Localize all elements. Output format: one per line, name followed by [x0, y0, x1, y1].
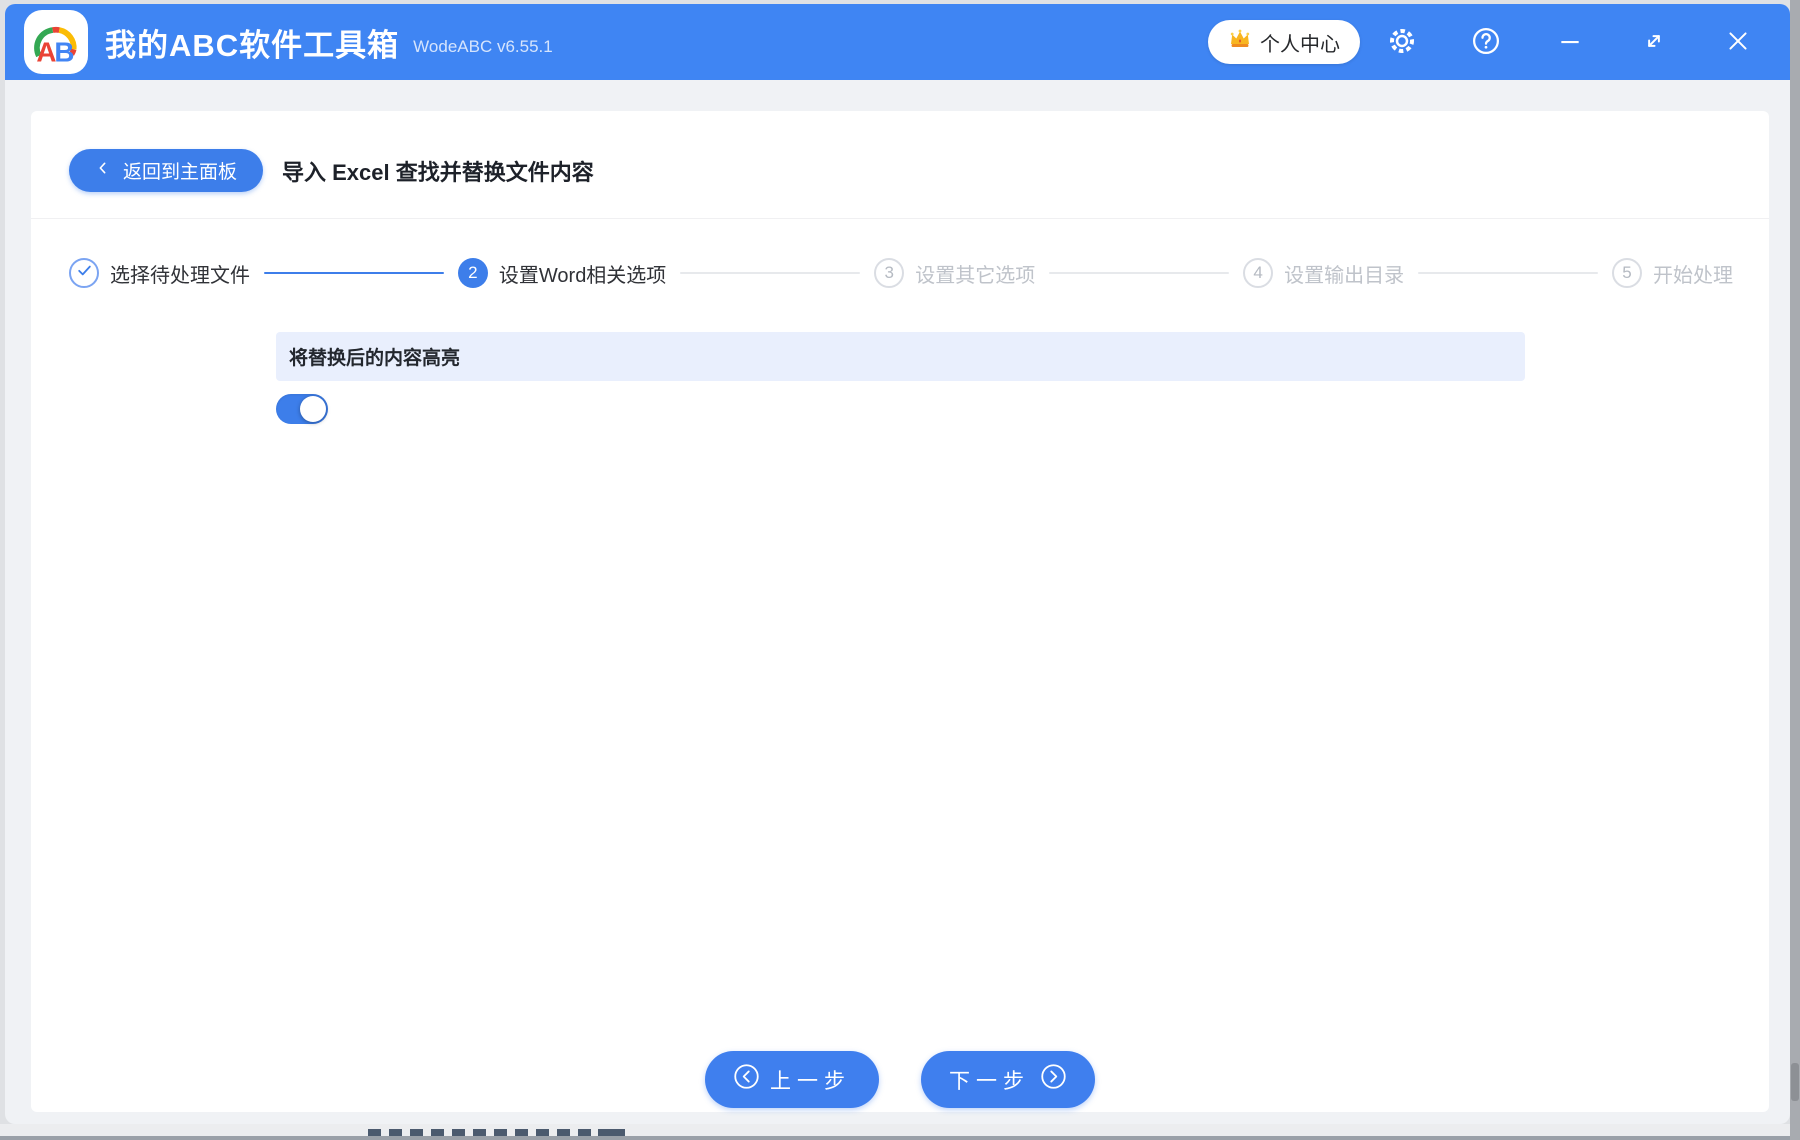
- step-connector: [264, 272, 444, 274]
- toggle-knob: [300, 396, 326, 422]
- step-1-circle: [69, 258, 99, 288]
- settings-button[interactable]: [1367, 14, 1437, 70]
- back-to-main-button[interactable]: 返回到主面板: [69, 149, 264, 192]
- help-icon: [1471, 26, 1501, 59]
- maximize-button[interactable]: [1619, 14, 1689, 70]
- word-options-section: 将替换后的内容高亮: [276, 332, 1525, 424]
- app-window: A B 我的ABC软件工具箱 WodeABC v6.55.1 个人中心 返回到主…: [5, 4, 1790, 1124]
- user-center-button[interactable]: 个人中心: [1208, 20, 1360, 64]
- next-step-label: 下一步: [949, 1069, 1030, 1093]
- next-step-button[interactable]: 下一步: [921, 1051, 1095, 1108]
- step-5-circle: 5: [1611, 258, 1642, 288]
- app-body: 返回到主面板 导入 Excel 查找并替换文件内容 选择待处理文件 2 设置Wo…: [5, 80, 1790, 1124]
- scrollbar-thumb[interactable]: [1791, 1063, 1799, 1101]
- circle-left-arrow-icon: [733, 1063, 760, 1096]
- highlight-option-label: 将替换后的内容高亮: [276, 332, 1525, 381]
- step-indicator: 选择待处理文件 2 设置Word相关选项 3 设置其它选项 4 设置输出目录 5…: [69, 258, 1733, 288]
- header-divider: [31, 218, 1769, 219]
- step-2: 2 设置Word相关选项: [457, 258, 667, 288]
- main-card: 返回到主面板 导入 Excel 查找并替换文件内容 选择待处理文件 2 设置Wo…: [31, 111, 1769, 1112]
- step-2-label: 设置Word相关选项: [498, 264, 667, 287]
- previous-step-label: 上一步: [770, 1069, 851, 1093]
- user-center-label: 个人中心: [1260, 33, 1340, 56]
- step-1: 选择待处理文件: [69, 258, 250, 288]
- page-scrollbar[interactable]: [1790, 0, 1800, 1140]
- circle-right-arrow-icon: [1040, 1063, 1067, 1096]
- app-title: 我的ABC软件工具箱: [105, 27, 400, 63]
- background-gray-bar: [0, 1136, 1800, 1140]
- step-2-circle: 2: [457, 258, 488, 288]
- logo-letter-a: A: [36, 37, 56, 68]
- step-4: 4 设置输出目录: [1243, 258, 1404, 288]
- page-title: 导入 Excel 查找并替换文件内容: [282, 159, 594, 185]
- background-window-sliver: [0, 1124, 1800, 1140]
- crown-icon: [1228, 27, 1252, 57]
- maximize-icon: [1641, 28, 1667, 57]
- step-1-label: 选择待处理文件: [110, 264, 250, 287]
- highlight-toggle[interactable]: [276, 394, 328, 424]
- step-5: 5 开始处理: [1611, 258, 1733, 288]
- step-connector: [1418, 272, 1598, 274]
- app-version: WodeABC v6.55.1: [413, 37, 553, 56]
- close-button[interactable]: [1703, 14, 1773, 70]
- logo-letter-b: B: [54, 37, 74, 68]
- step-connector: [1049, 272, 1230, 274]
- minimize-icon: [1557, 28, 1583, 57]
- step-5-label: 开始处理: [1652, 264, 1733, 287]
- card-header: 返回到主面板 导入 Excel 查找并替换文件内容: [69, 149, 1731, 192]
- back-chevron-icon: [95, 160, 111, 182]
- wizard-footer: 上一步 下一步: [31, 1051, 1769, 1108]
- step-3: 3 设置其它选项: [874, 258, 1035, 288]
- minimize-button[interactable]: [1535, 14, 1605, 70]
- back-button-label: 返回到主面板: [123, 162, 238, 183]
- app-logo-icon: A B: [24, 10, 88, 74]
- titlebar: A B 我的ABC软件工具箱 WodeABC v6.55.1 个人中心: [5, 4, 1790, 80]
- step-connector: [680, 272, 861, 274]
- step-4-circle: 4: [1243, 258, 1274, 288]
- step-3-label: 设置其它选项: [915, 264, 1036, 287]
- check-icon: [76, 262, 93, 284]
- close-icon: [1725, 28, 1751, 57]
- help-button[interactable]: [1451, 14, 1521, 70]
- previous-step-button[interactable]: 上一步: [705, 1051, 879, 1108]
- step-3-circle: 3: [874, 258, 905, 288]
- step-4-label: 设置输出目录: [1284, 264, 1405, 287]
- gear-icon: [1387, 26, 1417, 59]
